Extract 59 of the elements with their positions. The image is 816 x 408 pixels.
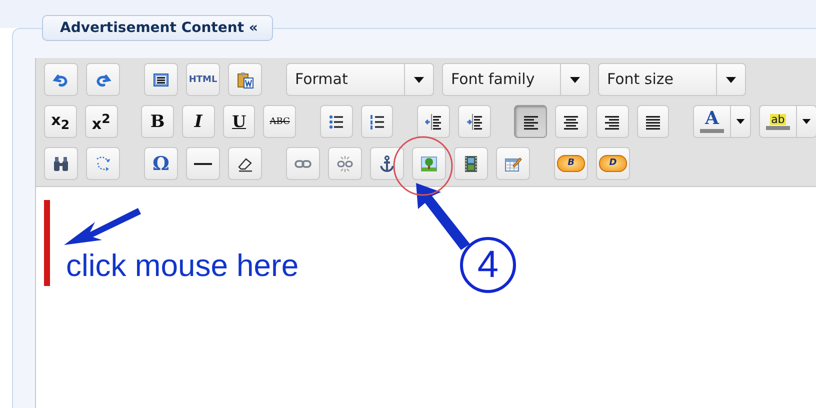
superscript-button[interactable]: x$^{2}$ bbox=[84, 105, 118, 138]
link-button[interactable] bbox=[286, 147, 320, 180]
film-icon bbox=[462, 154, 480, 172]
highlight-color-button[interactable]: ab bbox=[758, 105, 797, 138]
horizontal-line-icon bbox=[194, 162, 212, 164]
redo-button[interactable] bbox=[86, 63, 120, 96]
text-color-button[interactable]: A bbox=[692, 105, 731, 138]
subscript-button[interactable]: x$_{2}$ bbox=[44, 105, 77, 138]
d-button[interactable]: D bbox=[596, 147, 630, 180]
dropdown-arrow-button[interactable] bbox=[796, 105, 816, 138]
align-left-button[interactable] bbox=[514, 105, 547, 138]
clipboard-icon bbox=[236, 70, 254, 88]
eraser-button[interactable] bbox=[228, 147, 262, 180]
anchor-button[interactable] bbox=[370, 147, 404, 180]
binoculars-icon bbox=[52, 154, 70, 172]
instruction-text: click mouse here bbox=[66, 248, 299, 284]
search-button[interactable] bbox=[44, 147, 78, 180]
italic-button[interactable]: I bbox=[182, 105, 215, 138]
document-icon bbox=[152, 70, 170, 88]
image-icon bbox=[420, 154, 438, 172]
unlink-icon bbox=[336, 154, 354, 172]
outdent-icon bbox=[424, 112, 442, 130]
table-edit-button[interactable] bbox=[496, 147, 530, 180]
bulleted-list-button[interactable] bbox=[320, 105, 353, 138]
unlink-button[interactable] bbox=[328, 147, 362, 180]
paste-word-button[interactable] bbox=[228, 63, 262, 96]
panel-tab[interactable]: Advertisement Content « bbox=[42, 15, 273, 41]
font-family-dropdown[interactable]: Font family bbox=[442, 63, 590, 96]
numbered-list-button[interactable] bbox=[360, 105, 394, 138]
align-right-button[interactable] bbox=[596, 105, 628, 138]
align-center-button[interactable] bbox=[555, 105, 588, 138]
undo-button[interactable] bbox=[44, 63, 78, 96]
highlight-circle bbox=[393, 136, 453, 196]
format-dropdown[interactable]: Format bbox=[286, 63, 434, 96]
html-button[interactable]: HTML bbox=[186, 63, 220, 96]
indent-button[interactable] bbox=[458, 105, 491, 138]
bulleted-list-icon bbox=[327, 112, 346, 130]
horizontal-line-button[interactable] bbox=[186, 147, 220, 180]
editor-area[interactable] bbox=[35, 186, 816, 408]
film-button[interactable] bbox=[454, 147, 488, 180]
image-button[interactable] bbox=[412, 147, 446, 180]
anchor-icon bbox=[378, 154, 396, 172]
indent-icon bbox=[465, 112, 484, 130]
replace-icon bbox=[94, 154, 112, 172]
caret-icon bbox=[736, 119, 745, 124]
caret-icon bbox=[802, 119, 811, 124]
bold-button[interactable]: B bbox=[141, 105, 174, 138]
outdent-button[interactable] bbox=[417, 105, 450, 138]
special-character-button[interactable]: Ω bbox=[144, 147, 178, 180]
dropdown-arrow-button[interactable] bbox=[730, 105, 751, 138]
strikethrough-button[interactable]: ABC bbox=[263, 105, 296, 138]
underline-button[interactable]: U bbox=[222, 105, 256, 138]
pointer-arrow bbox=[416, 183, 470, 250]
source-button[interactable] bbox=[144, 63, 178, 96]
b-button[interactable]: B bbox=[554, 147, 588, 180]
justify-button[interactable] bbox=[636, 105, 670, 138]
replace-button[interactable] bbox=[86, 147, 120, 180]
numbered-list-icon bbox=[368, 112, 386, 130]
font-size-dropdown[interactable]: Font size bbox=[598, 63, 746, 96]
